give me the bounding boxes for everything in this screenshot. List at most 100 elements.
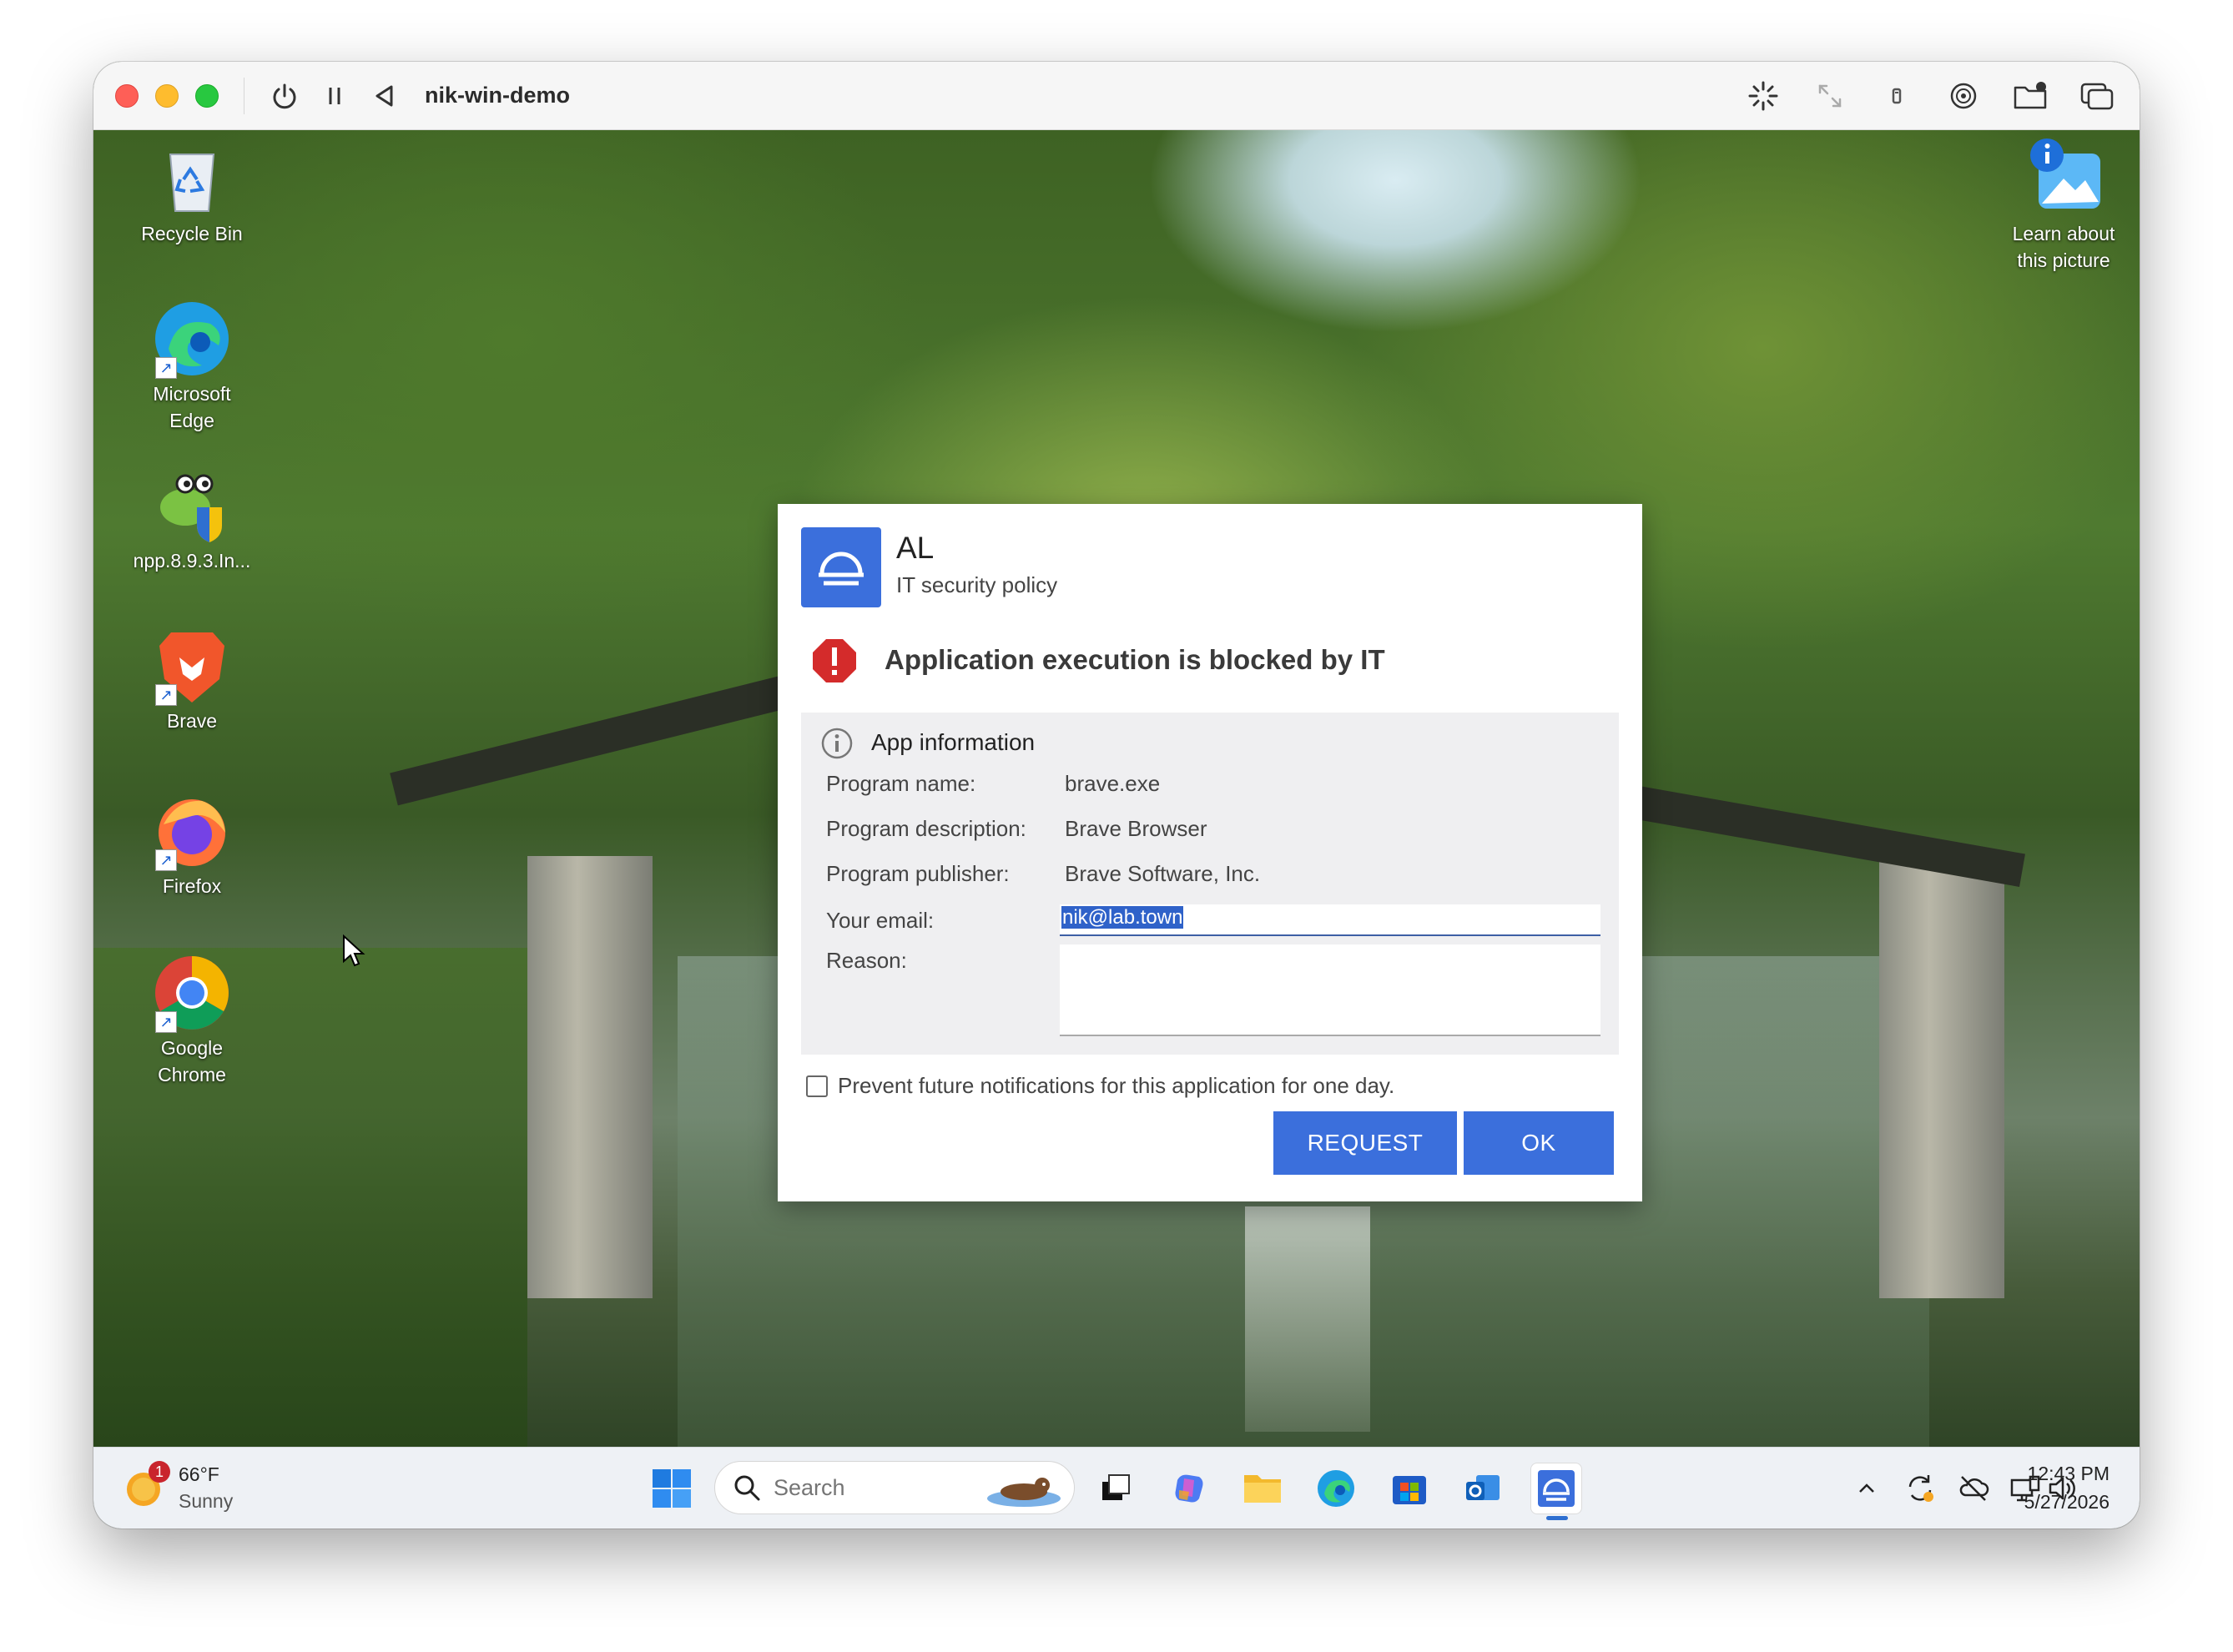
- desktop-icon-brave[interactable]: ↗ Brave: [134, 624, 250, 734]
- desktop-icon-label: npp.8.9.3.In...: [133, 550, 251, 572]
- windows-view-button[interactable]: [2068, 71, 2126, 121]
- taskbar-clock[interactable]: 12:43 PM 5/27/2026: [2024, 1459, 2110, 1516]
- power-icon: [273, 83, 296, 108]
- weather-text: 66°F Sunny: [179, 1461, 233, 1514]
- brave-lion-icon: ↗: [150, 624, 234, 708]
- sun-icon: 1: [123, 1461, 170, 1509]
- desktop-icon-edge[interactable]: ↗ Microsoft Edge: [134, 297, 250, 434]
- close-window-button[interactable]: [115, 83, 139, 108]
- desktop-icon-label: Microsoft Edge: [153, 383, 231, 431]
- shared-folder-button[interactable]: [2001, 71, 2059, 121]
- desktop-icon-learn-picture[interactable]: Learn about this picture: [2001, 137, 2126, 274]
- taskbar-task-view[interactable]: [1090, 1463, 1142, 1514]
- minimize-window-button[interactable]: [155, 83, 179, 108]
- folder-icon: [2014, 81, 2047, 108]
- prevent-notifications-checkbox[interactable]: [806, 1075, 828, 1097]
- chevron-up-icon: [1859, 1483, 1874, 1493]
- store-icon: [1393, 1476, 1426, 1504]
- recycle-bin-icon: [150, 137, 234, 220]
- shortcut-arrow-icon: ↗: [155, 357, 177, 379]
- alert-octagon-icon: [813, 639, 856, 682]
- mouse-cursor-icon: [343, 934, 365, 967]
- info-circle-icon: [821, 728, 853, 759]
- al-logo-icon: [801, 527, 881, 607]
- ok-button[interactable]: OK: [1464, 1111, 1614, 1175]
- program-description-value: Brave Browser: [1065, 816, 1207, 841]
- desktop-icon-npp-installer[interactable]: npp.8.9.3.In...: [134, 464, 250, 574]
- reason-field[interactable]: [1060, 944, 1600, 1036]
- search-input[interactable]: [774, 1474, 957, 1501]
- sync-status-button[interactable]: [1899, 1468, 1941, 1509]
- desktop[interactable]: Recycle Bin ↗ Microsoft Edge npp.8.9.3.I…: [93, 130, 2140, 1447]
- notepad-plus-plus-icon: [150, 464, 234, 547]
- desktop-icon-label: Learn about this picture: [2012, 223, 2115, 271]
- back-triangle-icon: [376, 85, 393, 106]
- desktop-icon-label: Google Chrome: [158, 1037, 226, 1085]
- disc-icon: [1950, 83, 1977, 108]
- program-name-label: Program name:: [826, 771, 976, 796]
- dialog-app-name: AL: [896, 531, 935, 565]
- weather-widget[interactable]: 1 66°F Sunny: [123, 1461, 233, 1514]
- program-publisher-value: Brave Software, Inc.: [1065, 861, 1261, 886]
- desktop-icon-label: Firefox: [162, 875, 222, 897]
- edge-icon: [1318, 1470, 1354, 1507]
- start-button[interactable]: [651, 1468, 693, 1509]
- clock-date: 5/27/2026: [2024, 1491, 2110, 1513]
- zoom-window-button[interactable]: [195, 83, 219, 108]
- search-highlight-otter-icon: [987, 1478, 1061, 1507]
- program-publisher-label: Program publisher:: [826, 861, 1010, 886]
- prevent-notifications-row[interactable]: Prevent future notifications for this ap…: [806, 1073, 1394, 1099]
- taskbar-search[interactable]: [714, 1461, 1075, 1514]
- outlook-icon: [1466, 1475, 1500, 1500]
- window-controls: [115, 83, 219, 108]
- email-field[interactable]: nik@lab.town: [1060, 904, 1600, 936]
- weather-temp: 66°F: [179, 1463, 219, 1485]
- wallpaper-pillar-left: [527, 856, 653, 1298]
- al-logo-icon: [1538, 1470, 1575, 1507]
- sync-icon: [1908, 1475, 1933, 1502]
- clock-time: 12:43 PM: [2027, 1463, 2110, 1484]
- wallpaper-reflection: [1245, 1206, 1370, 1432]
- cloud-off-icon: [1959, 1476, 1989, 1501]
- request-button[interactable]: REQUEST: [1273, 1111, 1457, 1175]
- back-button[interactable]: [360, 71, 410, 121]
- power-button[interactable]: [260, 71, 310, 121]
- windows-stack-icon: [2080, 83, 2114, 109]
- taskbar: 1 66°F Sunny Search 12:43 PM 5/27/2026: [93, 1447, 2140, 1529]
- learn-picture-icon: [2022, 137, 2105, 220]
- desktop-icon-label: Recycle Bin: [141, 223, 243, 244]
- desktop-icon-recycle-bin[interactable]: Recycle Bin: [134, 137, 250, 247]
- shortcut-arrow-icon: ↗: [155, 849, 177, 871]
- show-hidden-icons-button[interactable]: [1846, 1468, 1888, 1509]
- pause-button[interactable]: [310, 71, 360, 121]
- disc-button[interactable]: [1934, 71, 1993, 121]
- desktop-icon-firefox[interactable]: ↗ Firefox: [134, 789, 250, 899]
- chrome-icon: ↗: [150, 951, 234, 1035]
- taskbar-al-app[interactable]: [1530, 1463, 1582, 1520]
- taskbar-store[interactable]: [1384, 1463, 1435, 1514]
- usb-button[interactable]: [1868, 71, 1926, 121]
- window-title: nik-win-demo: [425, 83, 570, 108]
- active-app-indicator: [1546, 1516, 1568, 1520]
- app-information-panel: App information Program name: brave.exe …: [801, 713, 1619, 1055]
- dialog-heading: Application execution is blocked by IT: [885, 644, 1385, 675]
- firefox-icon: ↗: [150, 789, 234, 873]
- dialog-subtitle: IT security policy: [896, 572, 1058, 597]
- loading-button[interactable]: [1734, 71, 1792, 121]
- desktop-icon-chrome[interactable]: ↗ Google Chrome: [134, 951, 250, 1088]
- cloud-offline-button[interactable]: [1953, 1468, 1994, 1509]
- resize-button[interactable]: [1801, 71, 1859, 121]
- taskbar-file-explorer[interactable]: [1237, 1463, 1288, 1514]
- wallpaper-pillar-right: [1879, 856, 2004, 1298]
- shortcut-arrow-icon: ↗: [155, 1011, 177, 1033]
- info-title: App information: [871, 729, 1036, 755]
- prevent-notifications-label: Prevent future notifications for this ap…: [838, 1073, 1395, 1098]
- vm-window: nik-win-demo Recycle Bin ↗ Microsoft Edg…: [93, 62, 2140, 1529]
- email-label: Your email:: [826, 908, 935, 933]
- search-icon: [734, 1475, 760, 1501]
- taskbar-outlook[interactable]: [1457, 1463, 1509, 1514]
- taskbar-edge[interactable]: [1310, 1463, 1362, 1514]
- taskbar-copilot[interactable]: [1163, 1463, 1215, 1514]
- reason-label: Reason:: [826, 948, 907, 973]
- file-explorer-icon: [1244, 1475, 1281, 1503]
